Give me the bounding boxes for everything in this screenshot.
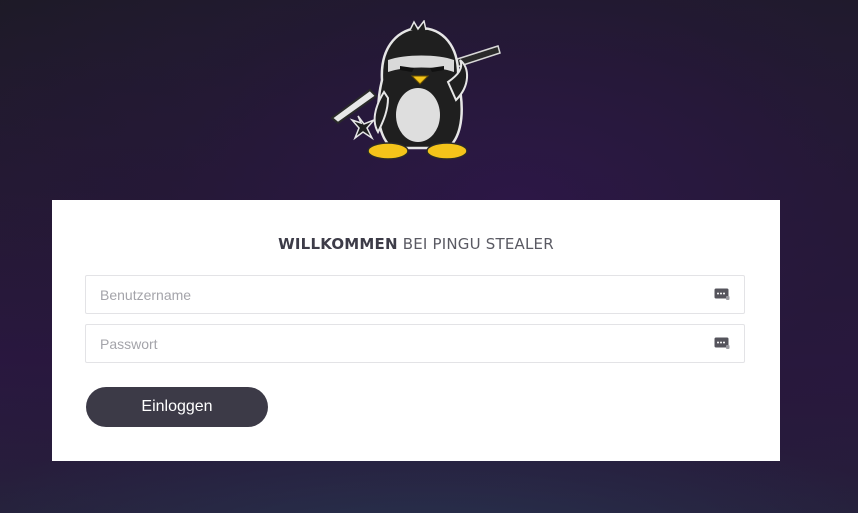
- title-rest: BEI PINGU STEALER: [402, 235, 554, 253]
- login-title: WILLKOMMEN BEI PINGU STEALER: [52, 235, 780, 253]
- shuriken-icon: [349, 115, 375, 141]
- password-manager-key-icon[interactable]: [714, 336, 730, 350]
- password-input[interactable]: [86, 325, 700, 362]
- password-manager-key-icon[interactable]: [714, 287, 730, 301]
- login-card: WILLKOMMEN BEI PINGU STEALER Einloggen: [52, 200, 780, 461]
- password-field: [85, 324, 745, 363]
- title-strong: WILLKOMMEN: [278, 235, 398, 253]
- ninja-penguin-logo: [330, 20, 501, 160]
- login-button[interactable]: Einloggen: [86, 387, 268, 427]
- username-input[interactable]: [86, 276, 700, 313]
- username-field: [85, 275, 745, 314]
